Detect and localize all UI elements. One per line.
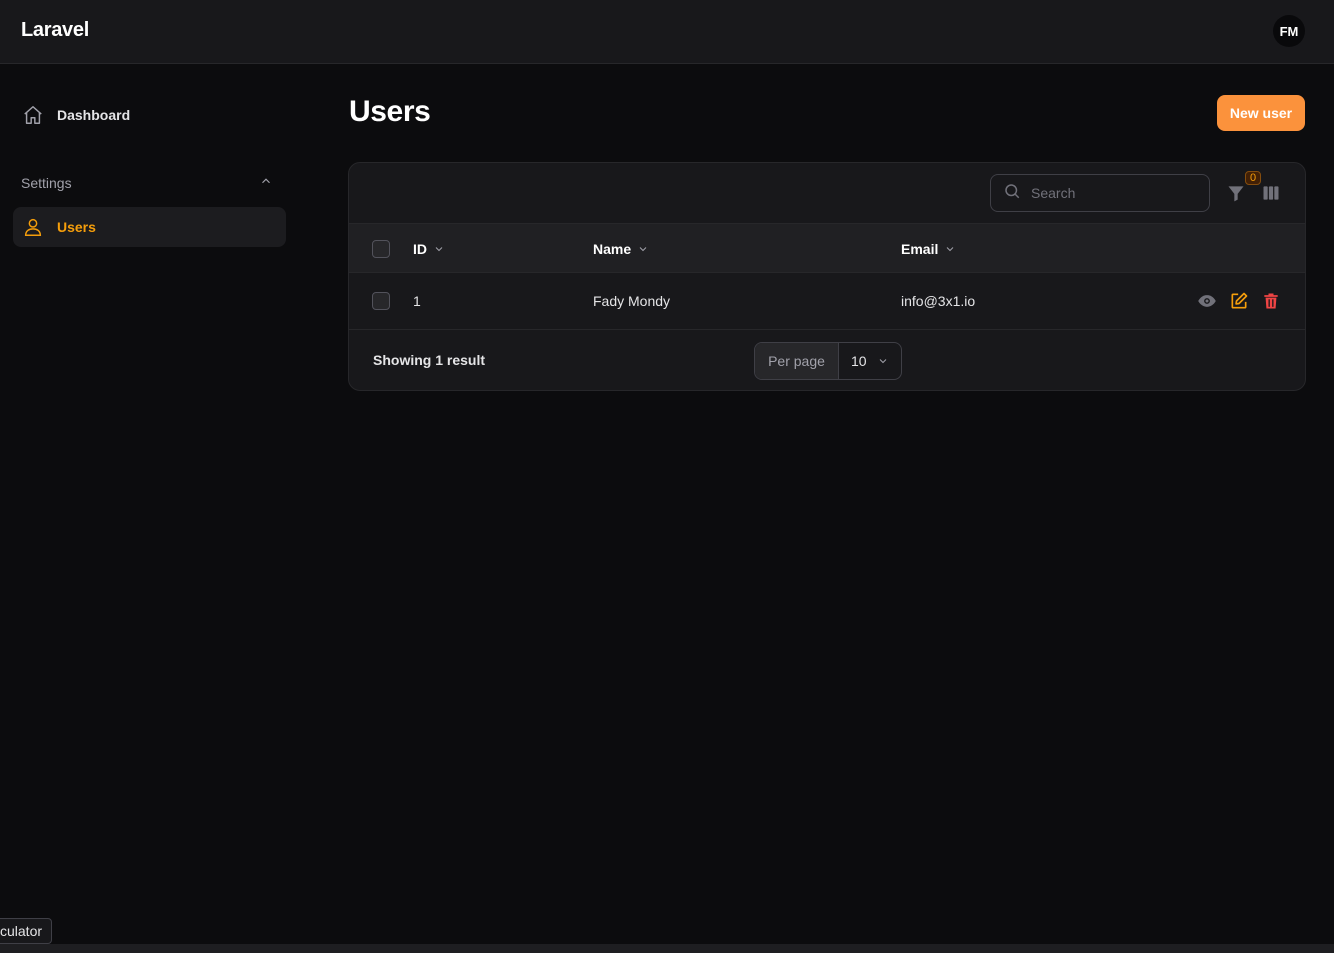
sidebar-item-users[interactable]: Users [13, 207, 286, 247]
chevron-down-icon [879, 359, 887, 364]
results-count: Showing 1 result [373, 352, 486, 368]
table-row[interactable]: 1 Fady Mondy info@3x1.io [349, 273, 1305, 330]
per-page-selected: 10 [851, 353, 867, 369]
page-title: Users [349, 95, 431, 128]
column-label: Name [593, 241, 632, 257]
search-input[interactable]: Search [990, 174, 1210, 212]
table-header: ID Name Email [349, 224, 1305, 273]
column-header-id[interactable]: ID [413, 241, 445, 257]
cell-email: info@3x1.io [901, 293, 976, 309]
sidebar-group-settings[interactable]: Settings [21, 174, 273, 191]
column-header-name[interactable]: Name [593, 241, 649, 257]
top-bar: Laravel FM [0, 0, 1334, 64]
filter-icon[interactable] [1226, 183, 1246, 203]
search-placeholder: Search [1031, 185, 1076, 201]
row-checkbox[interactable] [372, 292, 390, 310]
new-user-button[interactable]: New user [1217, 95, 1305, 131]
chevron-down-icon [947, 247, 954, 252]
search-icon [1003, 182, 1021, 205]
table-toolbar: Search 0 [349, 163, 1305, 224]
per-page-value[interactable]: 10 [839, 343, 901, 379]
chevron-down-icon [639, 247, 647, 252]
chevron-up-icon[interactable] [259, 174, 273, 191]
filter-count-badge: 0 [1245, 171, 1261, 185]
sidebar-item-label: Dashboard [57, 107, 131, 123]
bottom-taskbar [0, 944, 1334, 953]
user-avatar[interactable]: FM [1273, 15, 1305, 47]
per-page-label: Per page [755, 343, 839, 379]
tooltip: culator [0, 918, 53, 944]
select-all-checkbox[interactable] [372, 240, 390, 258]
cell-id: 1 [413, 293, 421, 309]
column-header-email[interactable]: Email [901, 241, 956, 257]
columns-icon[interactable] [1261, 183, 1281, 203]
brand-logo[interactable]: Laravel [21, 19, 89, 42]
column-label: Email [901, 241, 939, 257]
sidebar-group-label: Settings [21, 174, 72, 191]
eye-icon[interactable] [1197, 291, 1217, 311]
table-footer: Showing 1 result Per page 10 [349, 330, 1305, 390]
user-icon [22, 216, 44, 238]
home-icon [22, 104, 44, 126]
sidebar-item-dashboard[interactable]: Dashboard [13, 95, 286, 135]
chevron-down-icon [435, 247, 443, 252]
users-table-panel: Search 0 ID Name Email 1 Fady Mondy info… [348, 162, 1306, 391]
cell-name: Fady Mondy [593, 293, 671, 309]
edit-icon[interactable] [1229, 291, 1249, 311]
column-label: ID [413, 241, 427, 257]
per-page-select[interactable]: Per page 10 [754, 342, 902, 380]
sidebar-item-label: Users [57, 219, 96, 235]
trash-icon[interactable] [1261, 291, 1281, 311]
